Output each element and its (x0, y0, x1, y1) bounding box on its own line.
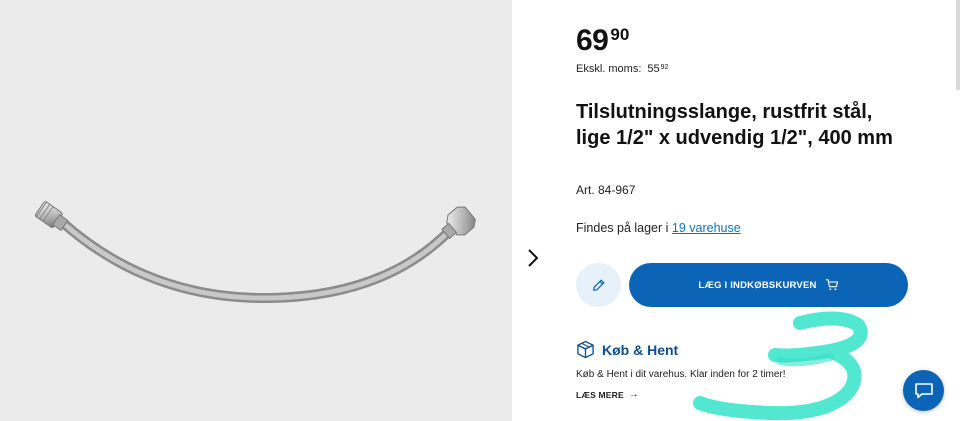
read-more-label: LÆS MERE (576, 389, 624, 400)
product-image (34, 201, 476, 304)
arrow-right-icon: → (628, 389, 640, 400)
read-more-link[interactable]: LÆS MERE → (576, 389, 639, 400)
click-collect-text: Køb & Hent i dit varehus. Klar inden for… (576, 369, 786, 380)
add-to-cart-button[interactable]: LÆG I INDKØBSKURVEN (629, 263, 908, 307)
price: 69 90 (576, 22, 629, 60)
chevron-right-icon (528, 249, 539, 267)
product-title: Tilslutningsslange, rustfrit stål, lige … (576, 101, 893, 149)
price-decimal: 90 (610, 25, 630, 44)
chat-icon (914, 382, 933, 398)
stock-stores-link[interactable]: 19 varehuse (672, 221, 741, 235)
excl-vat-integer: 55 (647, 63, 660, 75)
click-collect-heading: Køb & Hent (576, 340, 678, 359)
stock-prefix: Findes på lager i (576, 221, 672, 235)
box-icon (577, 340, 594, 359)
excl-vat-label: Ekskl. moms: (576, 63, 642, 75)
next-image-button[interactable] (520, 246, 544, 270)
edit-button[interactable] (576, 263, 621, 307)
excl-vat-decimal: 92 (660, 64, 669, 71)
stock-info: Findes på lager i 19 varehuse (576, 221, 741, 235)
pencil-icon (592, 279, 604, 291)
scrollbar[interactable] (956, 0, 960, 90)
cart-icon (825, 279, 839, 291)
product-image-panel (0, 0, 512, 421)
click-collect-title: Køb & Hent (602, 341, 679, 358)
price-excl-vat: Ekskl. moms: 55 92 (576, 63, 668, 75)
chat-button[interactable] (903, 370, 944, 411)
price-integer: 69 (576, 24, 609, 57)
add-to-cart-label: LÆG I INDKØBSKURVEN (698, 279, 817, 291)
article-number: Art. 84-967 (576, 183, 636, 197)
